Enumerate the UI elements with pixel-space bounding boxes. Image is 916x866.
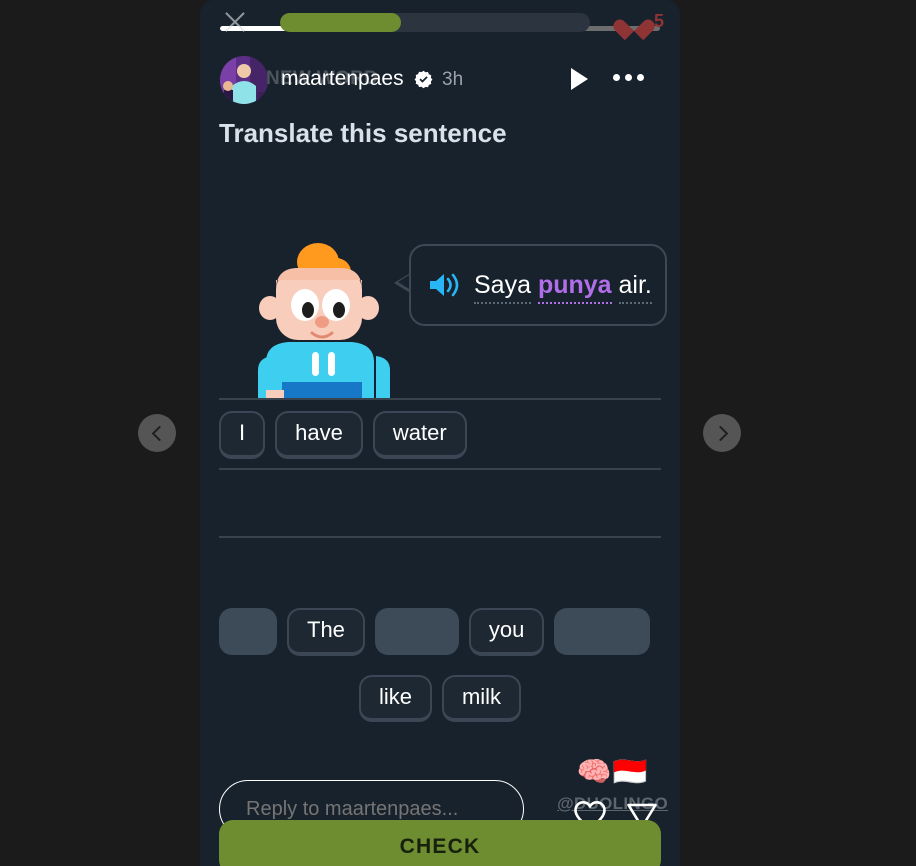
story-card: 5 NEW WORD maartenpaes 3h Translate this… (200, 0, 680, 866)
chevron-right-icon (712, 425, 728, 441)
chevron-left-icon (151, 425, 167, 441)
answer-tile[interactable]: I (219, 411, 266, 459)
more-options-icon[interactable] (613, 74, 644, 81)
answer-tile[interactable]: have (275, 411, 363, 459)
author-row: NEW WORD maartenpaes 3h (218, 56, 662, 106)
word-bank-tile[interactable]: you (468, 608, 545, 656)
answer-area: I have water (219, 398, 661, 538)
answer-tile[interactable]: water (372, 411, 467, 459)
word-bank-row: like milk (219, 674, 661, 723)
speaker-icon[interactable] (427, 270, 461, 300)
word-bank-tile-used (374, 608, 459, 655)
word-bank-tile[interactable]: like (358, 674, 432, 723)
hearts-count-label: 5 (653, 10, 664, 31)
story-topbar: 5 (200, 0, 680, 48)
speech-bubble[interactable]: Saya punya air. (409, 244, 667, 326)
next-story-button[interactable] (703, 414, 741, 452)
exercise-prompt-area: Saya punya air. (218, 140, 667, 400)
word-bank-tile[interactable]: The (287, 608, 365, 656)
heart-icon (621, 9, 647, 33)
prompt-sentence: Saya punya air. (474, 270, 652, 304)
word-bank-tile[interactable]: milk (441, 674, 522, 723)
hearts-counter[interactable]: 5 (621, 9, 664, 33)
lesson-progress-bar (280, 13, 590, 32)
check-button[interactable]: CHECK (219, 820, 661, 866)
word-bank: The you like milk (219, 608, 661, 741)
verified-badge-icon (414, 70, 433, 89)
answer-line-empty[interactable] (219, 468, 661, 538)
word-bank-tile-used (219, 608, 277, 655)
answer-line[interactable]: I have water (219, 398, 661, 468)
close-icon[interactable] (222, 9, 248, 35)
word-bank-tile-used (554, 608, 651, 655)
play-icon[interactable] (571, 68, 588, 90)
word-bank-row: The you (219, 608, 661, 656)
mascot-character (258, 243, 390, 400)
answer-tiles-row: I have water (219, 411, 467, 459)
author-username[interactable]: maartenpaes (281, 67, 404, 91)
sentence-token[interactable]: Saya (474, 270, 531, 304)
sentence-token-highlighted[interactable]: punya (537, 270, 612, 304)
sentence-token[interactable]: air. (618, 270, 652, 304)
avatar[interactable] (220, 56, 268, 104)
lesson-progress-fill (280, 13, 401, 32)
prev-story-button[interactable] (138, 414, 176, 452)
story-timestamp: 3h (442, 69, 464, 90)
